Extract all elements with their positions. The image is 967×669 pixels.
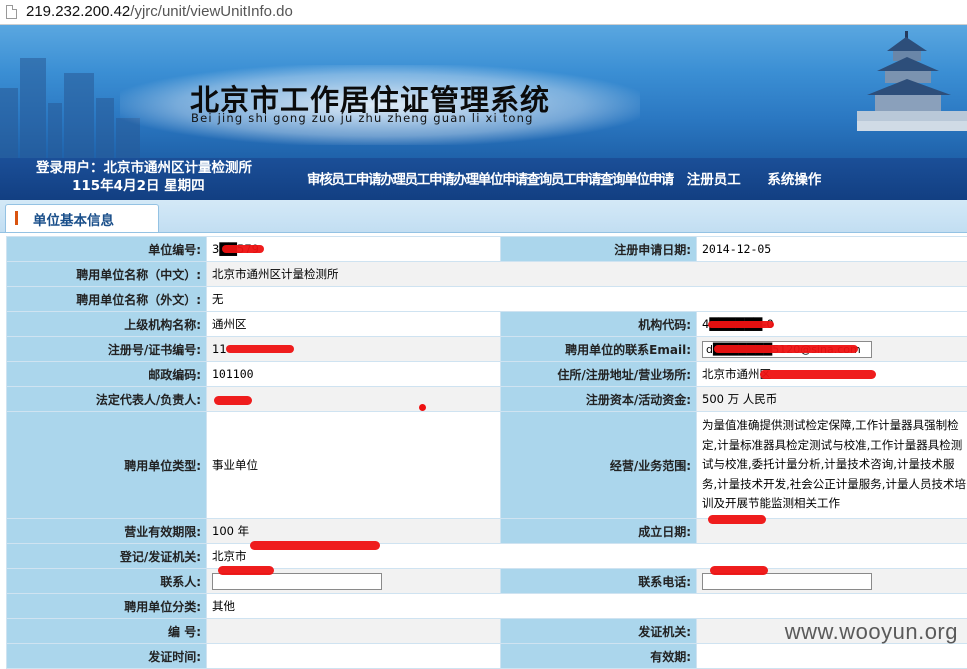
postcode-value: 101100: [207, 362, 501, 387]
validity-value: 100 年: [207, 519, 501, 544]
name-cn-value: 北京市通州区计量检测所: [207, 262, 967, 287]
table-row: 聘用单位名称（中文）: 北京市通州区计量检测所: [7, 262, 967, 287]
business-value: 为量值准确提供测试检定保障,工作计量器具强制检定,计量标准器具检定测试与校准,工…: [697, 412, 967, 519]
login-user-text: 登录用户：北京市通州区计量检测所: [36, 158, 252, 178]
name-cn-label: 聘用单位名称（中文）:: [7, 262, 207, 287]
redaction-mark: [222, 245, 264, 253]
redaction-mark: [710, 566, 768, 575]
business-label: 经营/业务范围:: [501, 412, 697, 519]
issue-time-label: 发证时间:: [7, 644, 207, 669]
site-banner: 北京市工作居住证管理系统 Bei jing shi gong zuo ju zh…: [0, 25, 967, 158]
redaction-mark: [226, 345, 294, 353]
nav-handle-employee[interactable]: 办理员工申请: [380, 168, 453, 188]
nav-handle-unit[interactable]: 办理单位申请: [453, 168, 526, 188]
email-label: 聘用单位的联系Email:: [501, 337, 697, 362]
reg-no-label: 注册号/证书编号:: [7, 337, 207, 362]
parent-org-value: 通州区: [207, 312, 501, 337]
redaction-mark: [714, 345, 858, 353]
category-label: 聘用单位分类:: [7, 594, 207, 619]
redaction-mark: [214, 396, 252, 405]
current-date: 115年4月2日 星期四: [72, 176, 205, 196]
issue-time-value: [207, 644, 501, 669]
phone-field[interactable]: [702, 573, 872, 590]
temple-of-heaven-icon: [857, 25, 967, 158]
nav-bar: 登录用户：北京市通州区计量检测所 115年4月2日 星期四 审核员工申请办理员工…: [0, 158, 967, 200]
redaction-mark: [708, 321, 774, 328]
redaction-mark: [708, 515, 766, 524]
table-row: 聘用单位名称（外文）: 无: [7, 287, 967, 312]
number-value: [207, 619, 501, 644]
reg-date-label: 注册申请日期:: [501, 237, 697, 262]
found-date-label: 成立日期:: [501, 519, 697, 544]
org-code-label: 机构代码:: [501, 312, 697, 337]
legal-rep-label: 法定代表人/负责人:: [7, 387, 207, 412]
contact-label: 联系人:: [7, 569, 207, 594]
tab-marker-icon: [15, 211, 18, 225]
nav-audit-employee[interactable]: 审核员工申请: [307, 168, 380, 188]
table-row: 法定代表人/负责人: 注册资本/活动资金: 500 万 人民币: [7, 387, 967, 412]
table-row: 单位编号: 3██579 注册申请日期: 2014-12-05: [7, 237, 967, 262]
nav-register-employee[interactable]: 注册员工: [687, 168, 741, 188]
contact-field[interactable]: [212, 573, 382, 590]
capital-value: 500 万 人民币: [697, 387, 967, 412]
page-icon: [6, 5, 17, 19]
table-row: 登记/发证机关: 北京市: [7, 544, 967, 569]
table-row: 营业有效期限: 100 年 成立日期:: [7, 519, 967, 544]
nav-query-unit[interactable]: 查询单位申请: [600, 168, 673, 188]
address-bar[interactable]: 219.232.200.42/yjrc/unit/viewUnitInfo.do: [0, 0, 967, 25]
issuer-label: 发证机关:: [501, 619, 697, 644]
redaction-dot: [419, 404, 426, 411]
parent-org-label: 上级机构名称:: [7, 312, 207, 337]
tab-label: 单位基本信息: [33, 209, 114, 229]
table-row: 联系人: 联系电话:: [7, 569, 967, 594]
postcode-label: 邮政编码:: [7, 362, 207, 387]
expiry-value: [697, 644, 967, 669]
validity-label: 营业有效期限:: [7, 519, 207, 544]
unit-no-label: 单位编号:: [7, 237, 207, 262]
table-row: 聘用单位分类: 其他: [7, 594, 967, 619]
nav-query-employee[interactable]: 查询员工申请: [527, 168, 600, 188]
redaction-mark: [760, 370, 876, 379]
capital-label: 注册资本/活动资金:: [501, 387, 697, 412]
main-menu: 审核员工申请办理员工申请办理单位申请查询员工申请查询单位申请 注册员工 系统操作: [307, 168, 821, 188]
reg-authority-label: 登记/发证机关:: [7, 544, 207, 569]
name-en-value: 无: [207, 287, 967, 312]
redaction-mark: [218, 566, 274, 575]
category-value: 其他: [207, 594, 967, 619]
tab-unit-info[interactable]: 单位基本信息: [5, 204, 159, 232]
unit-type-value: 事业单位: [207, 412, 501, 519]
phone-label: 联系电话:: [501, 569, 697, 594]
unit-type-label: 聘用单位类型:: [7, 412, 207, 519]
redaction-mark: [250, 541, 380, 550]
table-row: 发证时间: 有效期:: [7, 644, 967, 669]
number-label: 编 号:: [7, 619, 207, 644]
table-row: 上级机构名称: 通州区 机构代码: 4██████-0: [7, 312, 967, 337]
table-row: 聘用单位类型: 事业单位 经营/业务范围: 为量值准确提供测试检定保障,工作计量…: [7, 412, 967, 519]
expiry-label: 有效期:: [501, 644, 697, 669]
system-title-pinyin: Bei jing shi gong zuo ju zhu zheng guan …: [191, 111, 534, 125]
reg-date-value: 2014-12-05: [697, 237, 967, 262]
url-text[interactable]: 219.232.200.42/yjrc/unit/viewUnitInfo.do: [26, 3, 293, 20]
name-en-label: 聘用单位名称（外文）:: [7, 287, 207, 312]
nav-system-operation[interactable]: 系统操作: [767, 168, 821, 188]
unit-info-table: 单位编号: 3██579 注册申请日期: 2014-12-05 聘用单位名称（中…: [6, 236, 967, 669]
address-label: 住所/注册地址/营业场所:: [501, 362, 697, 387]
watermark: www.wooyun.org: [785, 619, 958, 645]
